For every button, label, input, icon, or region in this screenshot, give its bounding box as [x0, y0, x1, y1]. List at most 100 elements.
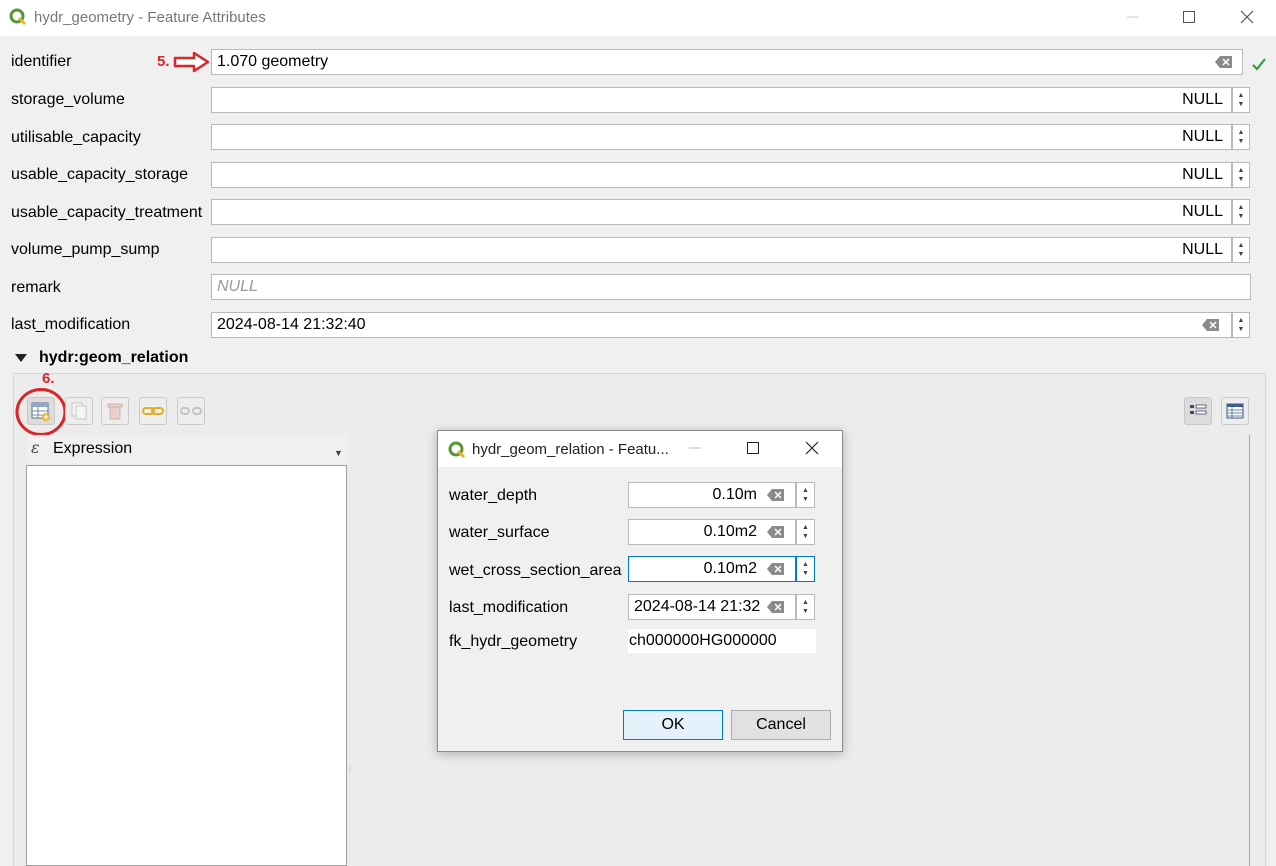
usable-capacity-storage-value: NULL [1182, 166, 1223, 183]
add-child-feature-button[interactable] [27, 397, 55, 425]
usable-capacity-storage-spinner[interactable]: ▲ ▼ [1232, 162, 1250, 188]
fk-hydr-geometry-label: fk_hydr_geometry [449, 633, 578, 650]
spin-up-icon[interactable]: ▲ [802, 598, 809, 607]
volume-pump-sump-label: volume_pump_sump [11, 241, 160, 258]
unlink-feature-button[interactable] [177, 397, 205, 425]
dialog-last-modification-input[interactable]: 2024-08-14 21:32 [628, 594, 796, 620]
dialog-close-button[interactable] [790, 431, 834, 465]
expression-label: Expression [53, 440, 133, 457]
spin-up-icon[interactable]: ▲ [1238, 91, 1245, 100]
annotation-step-5: 5. [157, 53, 170, 70]
spin-down-icon[interactable]: ▼ [1238, 212, 1245, 221]
spin-down-icon[interactable]: ▼ [1238, 325, 1245, 334]
dropdown-arrow-icon[interactable]: ▼ [334, 448, 343, 458]
dialog-last-modification-label: last_modification [449, 599, 569, 616]
annotation-arrow-icon [173, 51, 210, 73]
ok-button[interactable]: OK [623, 710, 723, 740]
close-button[interactable] [1224, 0, 1270, 34]
spin-down-icon[interactable]: ▼ [1238, 175, 1245, 184]
spin-down-icon[interactable]: ▼ [1238, 100, 1245, 109]
dialog-titlebar: hydr_geom_relation - Featu... [438, 431, 842, 467]
spin-up-icon[interactable]: ▲ [1238, 316, 1245, 325]
storage-volume-input[interactable]: NULL [211, 87, 1232, 113]
annotation-step-6: 6. [42, 370, 55, 387]
water-depth-input[interactable]: 0.10m [628, 482, 796, 508]
storage-volume-value: NULL [1182, 91, 1223, 108]
clear-icon[interactable] [767, 488, 785, 502]
water-surface-label: water_surface [449, 524, 550, 541]
clear-icon[interactable] [1202, 318, 1220, 332]
water-depth-spinner[interactable]: ▲ ▼ [796, 482, 815, 508]
usable-capacity-treatment-input[interactable]: NULL [211, 199, 1232, 225]
spin-up-icon[interactable]: ▲ [802, 560, 809, 569]
wet-cross-section-area-input[interactable]: 0.10m2 [628, 556, 796, 582]
dialog-maximize-button[interactable] [731, 431, 775, 465]
link-feature-button[interactable] [139, 397, 167, 425]
identifier-input[interactable]: 1.070 geometry [211, 49, 1243, 75]
storage-volume-spinner[interactable]: ▲ ▼ [1232, 87, 1250, 113]
spin-up-icon[interactable]: ▲ [1238, 166, 1245, 175]
spin-down-icon[interactable]: ▼ [802, 532, 809, 541]
storage-volume-label: storage_volume [11, 91, 125, 108]
feature-list[interactable] [26, 465, 347, 866]
spin-up-icon[interactable]: ▲ [1238, 241, 1245, 250]
table-view-button[interactable] [1221, 397, 1249, 425]
utilisable-capacity-label: utilisable_capacity [11, 129, 141, 146]
water-surface-value: 0.10m2 [703, 523, 757, 540]
delete-feature-button[interactable] [101, 397, 129, 425]
close-icon [805, 441, 819, 455]
remark-label: remark [11, 279, 61, 296]
utilisable-capacity-input[interactable]: NULL [211, 124, 1232, 150]
wet-cross-section-area-spinner[interactable]: ▲ ▼ [796, 556, 815, 582]
add-feature-table-icon [31, 402, 50, 421]
cancel-button[interactable]: Cancel [731, 710, 831, 740]
form-view-button[interactable] [1184, 397, 1212, 425]
usable-capacity-storage-input[interactable]: NULL [211, 162, 1232, 188]
last-modification-label: last_modification [11, 316, 131, 333]
close-icon [1240, 10, 1254, 24]
spin-down-icon[interactable]: ▼ [802, 569, 809, 578]
relation-section-title: hydr:geom_relation [39, 349, 189, 366]
maximize-button[interactable] [1166, 0, 1212, 34]
spin-up-icon[interactable]: ▲ [1238, 203, 1245, 212]
remark-input[interactable]: NULL [211, 274, 1251, 300]
collapse-triangle-icon[interactable] [14, 353, 28, 363]
spin-down-icon[interactable]: ▼ [802, 495, 809, 504]
unlink-icon [180, 407, 202, 415]
splitter-handle-icon[interactable]: ⋮ [346, 766, 354, 774]
volume-pump-sump-input[interactable]: NULL [211, 237, 1232, 263]
clear-icon[interactable] [767, 600, 785, 614]
duplicate-feature-button[interactable] [65, 397, 93, 425]
last-modification-input[interactable]: 2024-08-14 21:32:40 [211, 312, 1232, 338]
expression-header[interactable]: ε Expression ▼ [27, 435, 347, 463]
dialog-minimize-button[interactable] [673, 431, 717, 465]
volume-pump-sump-spinner[interactable]: ▲ ▼ [1232, 237, 1250, 263]
child-feature-dialog: hydr_geom_relation - Featu... water_dept… [437, 430, 843, 752]
spin-up-icon[interactable]: ▲ [802, 523, 809, 532]
last-modification-spinner[interactable]: ▲ ▼ [1232, 312, 1250, 338]
clear-icon[interactable] [1215, 55, 1233, 69]
spin-up-icon[interactable]: ▲ [802, 486, 809, 495]
usable-capacity-treatment-label: usable_capacity_treatment [11, 204, 203, 221]
link-icon [142, 407, 164, 415]
duplicate-icon [71, 402, 87, 420]
water-surface-input[interactable]: 0.10m2 [628, 519, 796, 545]
dialog-last-modification-spinner[interactable]: ▲ ▼ [796, 594, 815, 620]
clear-icon[interactable] [767, 562, 785, 576]
minimize-button[interactable] [1110, 0, 1156, 34]
qgis-logo-icon [9, 8, 27, 26]
trash-icon [107, 403, 123, 420]
spin-down-icon[interactable]: ▼ [1238, 250, 1245, 259]
clear-icon[interactable] [767, 525, 785, 539]
form-panel-border [1249, 435, 1250, 866]
utilisable-capacity-value: NULL [1182, 128, 1223, 145]
wet-cross-section-area-label: wet_cross_section_area [449, 562, 622, 579]
usable-capacity-treatment-spinner[interactable]: ▲ ▼ [1232, 199, 1250, 225]
spin-down-icon[interactable]: ▼ [802, 607, 809, 616]
volume-pump-sump-value: NULL [1182, 241, 1223, 258]
valid-check-icon [1252, 58, 1266, 71]
spin-down-icon[interactable]: ▼ [1238, 137, 1245, 146]
utilisable-capacity-spinner[interactable]: ▲ ▼ [1232, 124, 1250, 150]
water-surface-spinner[interactable]: ▲ ▼ [796, 519, 815, 545]
spin-up-icon[interactable]: ▲ [1238, 128, 1245, 137]
